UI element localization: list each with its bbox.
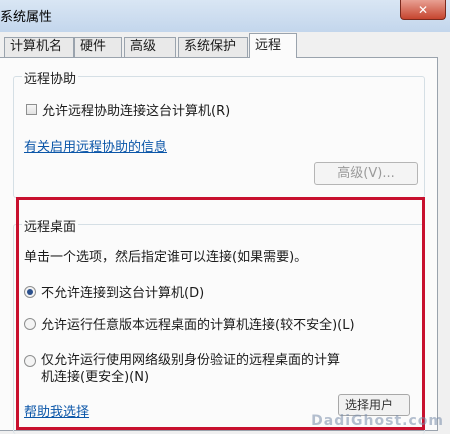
option-allow-nla-only-label-line1: 仅允许运行使用网络级别身份验证的远程桌面的计算 bbox=[41, 353, 341, 368]
watermark: DadiGhost.com bbox=[311, 413, 444, 429]
allow-remote-assistance-label: 允许远程协助连接这台计算机(R) bbox=[42, 104, 231, 119]
tab-computer-name[interactable]: 计算机名 bbox=[4, 37, 74, 57]
option-allow-any-version-label: 允许运行任意版本远程桌面的计算机连接(较不安全)(L) bbox=[41, 318, 355, 333]
remote-assistance-info-link[interactable]: 有关启用远程协助的信息 bbox=[24, 136, 167, 155]
title-bar: 系统属性 ✕ bbox=[0, 0, 450, 32]
advanced-button[interactable]: 高级(V)... bbox=[314, 162, 418, 185]
tab-panel-remote: 远程协助 允许远程协助连接这台计算机(R) 有关启用远程协助的信息 高级(V).… bbox=[0, 57, 438, 434]
radio-allow-any-version[interactable] bbox=[24, 317, 36, 330]
close-button[interactable]: ✕ bbox=[400, 0, 446, 20]
radio-allow-nla-only[interactable] bbox=[24, 355, 36, 367]
remote-desktop-instruction: 单击一个选项，然后指定谁可以连接(如果需要)。 bbox=[24, 250, 308, 265]
option-allow-any-version[interactable]: 允许运行任意版本远程桌面的计算机连接(较不安全)(L) bbox=[24, 314, 355, 333]
tab-hardware[interactable]: 硬件 bbox=[74, 37, 122, 57]
allow-remote-assistance-checkbox[interactable] bbox=[26, 104, 37, 115]
option-deny-connections[interactable]: 不允许连接到这台计算机(D) bbox=[24, 282, 204, 301]
tab-strip: 计算机名 硬件 高级 系统保护 远程 bbox=[0, 33, 450, 58]
radio-deny-connections[interactable] bbox=[24, 285, 36, 298]
allow-remote-assistance-row[interactable]: 允许远程协助连接这台计算机(R) bbox=[26, 100, 230, 119]
remote-desktop-title: 远程桌面 bbox=[22, 216, 79, 235]
option-allow-nla-only-label-line2: 机连接(更安全)(N) bbox=[41, 370, 150, 385]
option-allow-nla-only[interactable]: 仅允许运行使用网络级别身份验证的远程桌面的计算 机连接(更安全)(N) bbox=[24, 352, 340, 386]
option-deny-connections-label: 不允许连接到这台计算机(D) bbox=[41, 286, 205, 301]
help-me-choose-link[interactable]: 帮助我选择 bbox=[24, 401, 89, 420]
tab-advanced[interactable]: 高级 bbox=[124, 37, 176, 57]
tab-remote[interactable]: 远程 bbox=[249, 33, 297, 58]
close-icon: ✕ bbox=[417, 2, 429, 17]
tab-system-protection[interactable]: 系统保护 bbox=[178, 37, 248, 57]
remote-assistance-title: 远程协助 bbox=[22, 68, 79, 87]
window-title: 系统属性 bbox=[0, 10, 53, 25]
